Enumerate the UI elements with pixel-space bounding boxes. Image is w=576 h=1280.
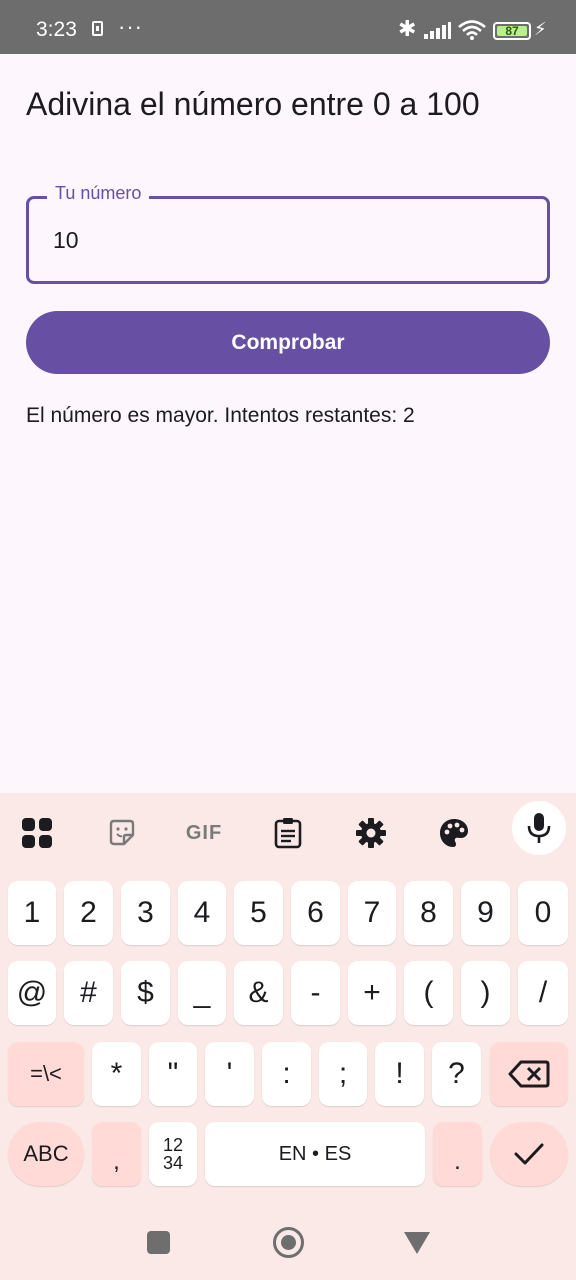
numpad-key[interactable]: 12 34 <box>149 1122 197 1186</box>
status-bar: 3:23 ··· ✱ 87 ⚡ <box>0 0 576 54</box>
key-6[interactable]: 6 <box>291 881 340 945</box>
clipboard-icon[interactable] <box>266 811 310 855</box>
keyboard: GIF 1 2 3 4 5 6 7 8 9 0 @ # $ _ & - + (… <box>0 793 576 1280</box>
key-semicolon[interactable]: ; <box>319 1042 367 1106</box>
microphone-icon[interactable] <box>512 801 566 855</box>
recents-icon[interactable] <box>147 1231 170 1254</box>
sim-icon <box>92 21 103 36</box>
check-icon <box>514 1143 544 1165</box>
key-plus[interactable]: + <box>348 961 396 1025</box>
sticker-icon[interactable] <box>100 811 144 855</box>
key-8[interactable]: 8 <box>404 881 453 945</box>
key-single-quote[interactable]: ' <box>205 1042 254 1106</box>
number-field-label: Tu número <box>47 183 150 204</box>
key-at[interactable]: @ <box>8 961 56 1025</box>
numpad-key-bottom: 34 <box>162 1153 184 1173</box>
apps-icon[interactable] <box>15 811 59 855</box>
backspace-icon <box>508 1060 550 1088</box>
page-title: Adivina el número entre 0 a 100 <box>26 86 480 122</box>
keyboard-toolbar: GIF <box>0 793 576 871</box>
period-key[interactable]: . <box>433 1122 482 1186</box>
abc-key[interactable]: ABC <box>8 1122 84 1186</box>
key-3[interactable]: 3 <box>121 881 170 945</box>
key-hash[interactable]: # <box>64 961 113 1025</box>
more-notifications-icon: ··· <box>118 14 143 39</box>
gif-icon[interactable]: GIF <box>182 811 226 855</box>
key-5[interactable]: 5 <box>234 881 283 945</box>
key-open-paren[interactable]: ( <box>404 961 453 1025</box>
battery-level: 87 <box>505 24 519 38</box>
enter-key[interactable] <box>490 1122 568 1186</box>
settings-icon[interactable] <box>349 811 393 855</box>
battery-icon: 87 <box>493 22 531 40</box>
key-4[interactable]: 4 <box>178 881 226 945</box>
key-double-quote[interactable]: " <box>149 1042 197 1106</box>
key-ampersand[interactable]: & <box>234 961 283 1025</box>
key-close-paren[interactable]: ) <box>461 961 510 1025</box>
status-time: 3:23 <box>36 18 77 41</box>
key-9[interactable]: 9 <box>461 881 510 945</box>
key-2[interactable]: 2 <box>64 881 113 945</box>
key-exclamation[interactable]: ! <box>375 1042 424 1106</box>
check-button[interactable]: Comprobar <box>26 311 550 374</box>
number-input[interactable]: 10 <box>53 227 79 254</box>
backspace-key[interactable] <box>490 1042 568 1106</box>
theme-palette-icon[interactable] <box>432 811 476 855</box>
space-key[interactable]: EN • ES <box>205 1122 425 1186</box>
wifi-icon <box>458 20 486 40</box>
comma-key[interactable]: , <box>92 1122 141 1186</box>
key-dollar[interactable]: $ <box>121 961 170 1025</box>
key-1[interactable]: 1 <box>8 881 56 945</box>
signal-icon <box>424 22 452 39</box>
result-message: El número es mayor. Intentos restantes: … <box>26 404 415 427</box>
key-underscore[interactable]: _ <box>178 961 226 1025</box>
key-asterisk[interactable]: * <box>92 1042 141 1106</box>
number-field[interactable]: Tu número 10 <box>26 183 550 284</box>
home-icon[interactable] <box>273 1227 304 1258</box>
key-minus[interactable]: - <box>291 961 340 1025</box>
numpad-key-top: 12 <box>162 1135 184 1155</box>
key-colon[interactable]: : <box>262 1042 311 1106</box>
key-slash[interactable]: / <box>518 961 568 1025</box>
charging-icon: ⚡ <box>534 19 547 39</box>
bluetooth-icon: ✱ <box>398 16 417 41</box>
key-7[interactable]: 7 <box>348 881 396 945</box>
back-icon[interactable] <box>404 1232 430 1254</box>
key-more-symbols[interactable]: =\< <box>8 1042 84 1106</box>
key-question[interactable]: ? <box>432 1042 481 1106</box>
key-0[interactable]: 0 <box>518 881 568 945</box>
